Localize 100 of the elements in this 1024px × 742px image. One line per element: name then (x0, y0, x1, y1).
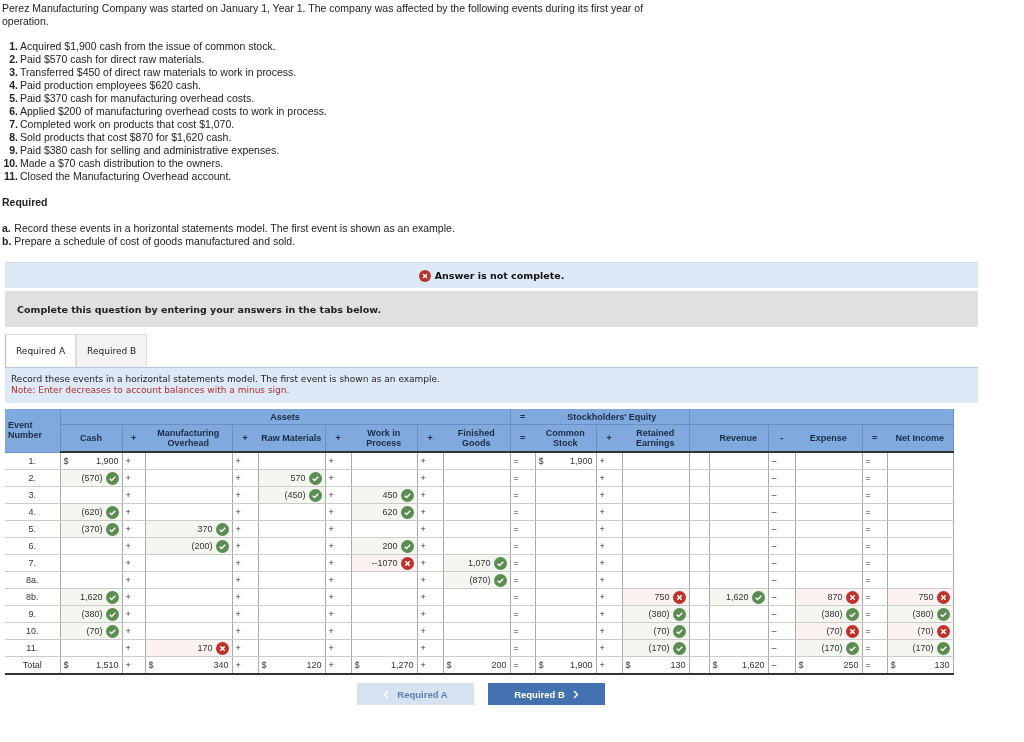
operator-sign: + (232, 554, 258, 572)
prompt-text: Record these events in a horizontal statements model. The first event is shown as an example. (11, 374, 441, 385)
table-cell: $ 130 (887, 656, 953, 674)
operator-sign: + (596, 571, 622, 589)
operator-sign: = (862, 537, 887, 555)
operator-sign: + (596, 639, 622, 657)
operator-sign: + (325, 588, 351, 606)
operator-sign: + (122, 554, 145, 572)
operator-sign: + (232, 571, 258, 589)
operator-sign: = (510, 452, 535, 470)
operator-sign: + (122, 571, 145, 589)
operator-sign: + (417, 588, 443, 606)
operator-sign: = (510, 554, 535, 572)
operator-sign: + (596, 486, 622, 504)
column-header: Work in Process (351, 424, 417, 452)
event-text: Paid production employees $620 cash. (20, 79, 202, 92)
operator-sign: + (232, 469, 258, 487)
operator-sign: + (325, 554, 351, 572)
operator-sign: + (122, 605, 145, 623)
column-header: Expense (795, 424, 862, 452)
event-number: 8. (8, 131, 18, 144)
requirement-text: Prepare a schedule of cost of goods manufactured and sold. (14, 235, 297, 248)
operator-sign: + (232, 503, 258, 521)
event-label: 5. (5, 520, 60, 538)
operator-sign: = (510, 571, 535, 589)
table-cell: $ 200 (443, 656, 510, 674)
operator-sign: – (768, 486, 795, 504)
table-cell: $ 1,620 (709, 656, 768, 674)
operator-sign: = (510, 409, 535, 425)
operator-sign: = (510, 520, 535, 538)
column-header: Raw Materials (258, 424, 325, 452)
operator-sign: + (232, 639, 258, 657)
event-text: Acquired $1,900 cash from the issue of common stock. (20, 40, 277, 53)
operator-sign: + (596, 503, 622, 521)
operator-sign: + (122, 639, 145, 657)
status-text: Answer is not complete. (434, 270, 565, 281)
error-icon (418, 269, 431, 282)
operator-sign: + (122, 537, 145, 555)
operator-sign: + (122, 588, 145, 606)
column-header: Retained Earnings (622, 424, 689, 452)
operator-sign: + (325, 656, 351, 674)
event-number: 1. (8, 40, 18, 53)
operator-sign: = (510, 588, 535, 606)
event-text: Completed work on products that cost $1,070. (20, 118, 236, 131)
operator-sign: + (232, 486, 258, 504)
table-cell: $ 340 (145, 656, 232, 674)
operator-sign: + (325, 605, 351, 623)
operator-sign: = (862, 656, 887, 674)
table-cell: $ 1,900 (60, 452, 122, 470)
operator-sign: + (596, 588, 622, 606)
nav-button[interactable]: Required B (488, 683, 605, 705)
operator-sign: + (122, 469, 145, 487)
operator-sign: + (417, 656, 443, 674)
event-number: 10. (2, 157, 18, 170)
operator-sign: + (122, 622, 145, 640)
event-label: 10. (5, 622, 60, 640)
operator-sign: = (510, 537, 535, 555)
table-cell: $ 250 (795, 656, 862, 674)
operator-sign: + (122, 520, 145, 538)
table-cell: $ 1,900 (535, 452, 596, 470)
operator-sign: = (510, 656, 535, 674)
operator-sign: – (768, 571, 795, 589)
operator-sign: + (325, 622, 351, 640)
event-number: 5. (8, 92, 18, 105)
tab[interactable]: Required A (5, 334, 77, 367)
operator-sign: + (232, 452, 258, 470)
operator-sign: + (232, 537, 258, 555)
operator-sign: – (768, 469, 795, 487)
operator-sign: + (325, 469, 351, 487)
operator-sign: + (596, 622, 622, 640)
event-text: Paid $570 cash for direct raw materials. (20, 53, 206, 66)
requirement-text: Record these events in a horizontal statements model. The first event is shown as an example. (14, 222, 455, 235)
event-text: Made a $70 cash distribution to the owners. (20, 157, 225, 170)
operator-sign: + (325, 520, 351, 538)
tab[interactable]: Required B (76, 334, 148, 367)
operator-sign: + (596, 554, 622, 572)
event-text: Paid $370 cash for manufacturing overhead costs. (20, 92, 256, 105)
operator-sign: + (122, 656, 145, 674)
note-text: Note: Enter decreases to account balances with a minus sign. (11, 385, 291, 396)
table-cell: $ 1,900 (535, 656, 596, 674)
operator-sign: = (862, 469, 887, 487)
event-text: Closed the Manufacturing Overhead account. (20, 170, 233, 183)
event-label: 2. (5, 469, 60, 487)
column-header: Finished Goods (443, 424, 510, 452)
operator-sign: + (325, 503, 351, 521)
table-cell: $ 1,270 (351, 656, 417, 674)
operator-sign: = (862, 486, 887, 504)
event-label: 9. (5, 605, 60, 623)
event-number: 6. (8, 105, 18, 118)
event-label: 6. (5, 537, 60, 555)
operator-sign: + (325, 571, 351, 589)
operator-sign: = (862, 554, 887, 572)
operator-sign: + (596, 469, 622, 487)
operator-sign: – (768, 622, 795, 640)
operator-sign: + (232, 520, 258, 538)
event-number: 2. (8, 53, 18, 66)
column-header: Event Number (5, 409, 60, 452)
operator-sign: + (325, 486, 351, 504)
event-text: Sold products that cost $870 for $1,620 cash. (20, 131, 233, 144)
operator-sign: + (596, 452, 622, 470)
